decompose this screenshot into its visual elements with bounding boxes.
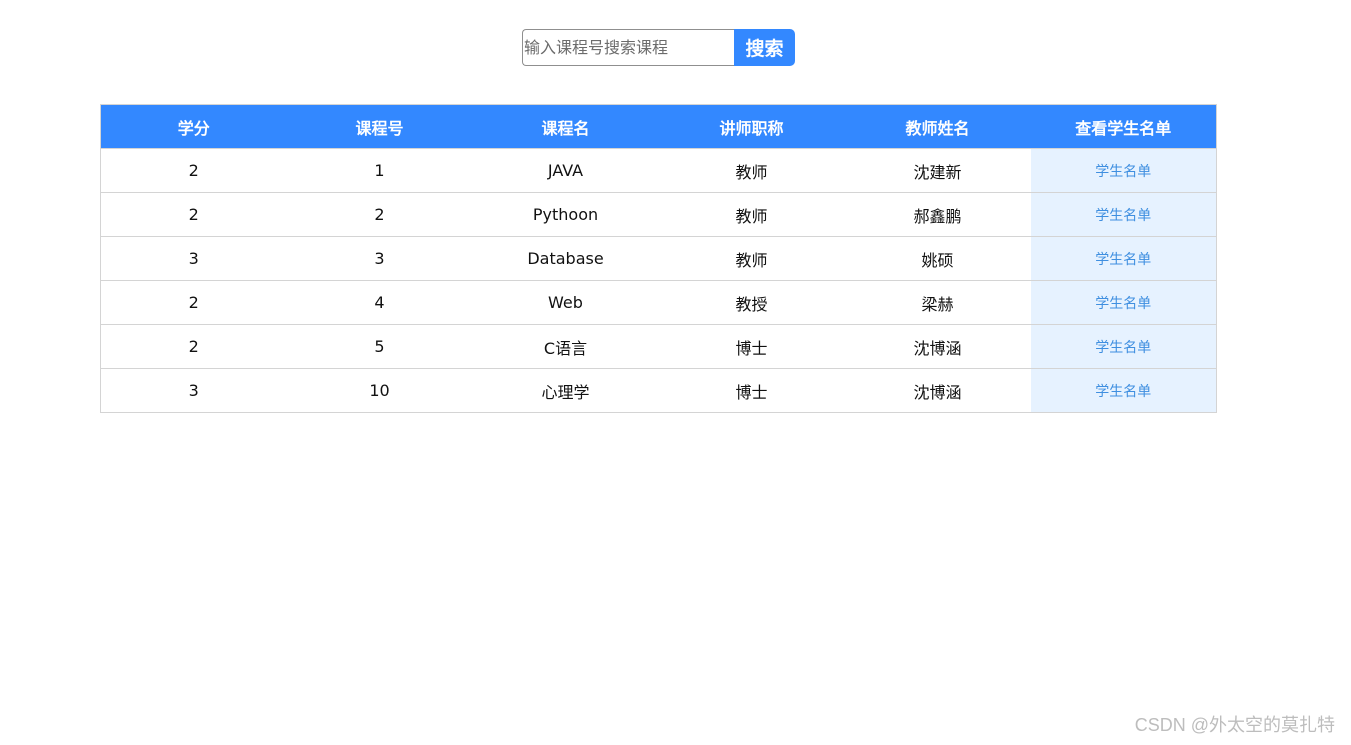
cell-student-list: 学生名单 <box>1030 192 1217 237</box>
cell-lecturer-title: 教师 <box>658 148 845 193</box>
cell-course-id: 3 <box>286 236 473 281</box>
cell-teacher-name: 沈博涵 <box>844 368 1031 413</box>
column-header-course-id: 课程号 <box>286 104 473 149</box>
cell-credit: 2 <box>100 324 287 369</box>
page: 搜索 学分 课程号 课程名 讲师职称 教师姓名 查看学生名单 2 1 JAVA <box>0 0 1351 745</box>
student-list-link[interactable]: 学生名单 <box>1095 340 1151 356</box>
column-header-teacher-name: 教师姓名 <box>844 104 1031 149</box>
table-body: 2 1 JAVA 教师 沈建新 学生名单 2 2 Pythoon 教师 郝鑫鹏 … <box>100 148 1217 413</box>
cell-course-name: C语言 <box>472 324 659 369</box>
cell-student-list: 学生名单 <box>1030 368 1217 413</box>
cell-course-name: 心理学 <box>472 368 659 413</box>
column-header-student-list: 查看学生名单 <box>1030 104 1217 149</box>
cell-teacher-name: 郝鑫鹏 <box>844 192 1031 237</box>
cell-student-list: 学生名单 <box>1030 280 1217 325</box>
cell-course-id: 10 <box>286 368 473 413</box>
cell-course-id: 5 <box>286 324 473 369</box>
course-table-container: 学分 课程号 课程名 讲师职称 教师姓名 查看学生名单 2 1 JAVA 教师 … <box>100 104 1217 413</box>
student-list-link[interactable]: 学生名单 <box>1095 208 1151 224</box>
cell-credit: 3 <box>100 236 287 281</box>
cell-course-name: Pythoon <box>472 192 659 237</box>
course-search-input[interactable] <box>522 29 734 66</box>
cell-teacher-name: 姚硕 <box>844 236 1031 281</box>
table-row: 2 2 Pythoon 教师 郝鑫鹏 学生名单 <box>100 192 1217 237</box>
cell-course-name: JAVA <box>472 148 659 193</box>
cell-credit: 2 <box>100 280 287 325</box>
table-header: 学分 课程号 课程名 讲师职称 教师姓名 查看学生名单 <box>100 104 1217 149</box>
cell-lecturer-title: 博士 <box>658 324 845 369</box>
cell-teacher-name: 沈博涵 <box>844 324 1031 369</box>
cell-student-list: 学生名单 <box>1030 324 1217 369</box>
student-list-link[interactable]: 学生名单 <box>1095 164 1151 180</box>
search-button[interactable]: 搜索 <box>734 29 795 66</box>
cell-teacher-name: 梁赫 <box>844 280 1031 325</box>
cell-lecturer-title: 教师 <box>658 236 845 281</box>
table-row: 3 10 心理学 博士 沈博涵 学生名单 <box>100 368 1217 413</box>
cell-lecturer-title: 教授 <box>658 280 845 325</box>
student-list-link[interactable]: 学生名单 <box>1095 252 1151 268</box>
student-list-link[interactable]: 学生名单 <box>1095 384 1151 400</box>
cell-course-name: Database <box>472 236 659 281</box>
cell-course-id: 2 <box>286 192 473 237</box>
table-row: 2 1 JAVA 教师 沈建新 学生名单 <box>100 148 1217 193</box>
search-bar: 搜索 <box>522 29 795 66</box>
student-list-link[interactable]: 学生名单 <box>1095 296 1151 312</box>
course-table: 学分 课程号 课程名 讲师职称 教师姓名 查看学生名单 2 1 JAVA 教师 … <box>100 104 1217 413</box>
cell-course-name: Web <box>472 280 659 325</box>
table-row: 2 4 Web 教授 梁赫 学生名单 <box>100 280 1217 325</box>
cell-course-id: 1 <box>286 148 473 193</box>
cell-credit: 2 <box>100 192 287 237</box>
header-row: 学分 课程号 课程名 讲师职称 教师姓名 查看学生名单 <box>100 104 1217 149</box>
cell-lecturer-title: 教师 <box>658 192 845 237</box>
column-header-credit: 学分 <box>100 104 287 149</box>
cell-student-list: 学生名单 <box>1030 236 1217 281</box>
cell-lecturer-title: 博士 <box>658 368 845 413</box>
cell-course-id: 4 <box>286 280 473 325</box>
table-row: 2 5 C语言 博士 沈博涵 学生名单 <box>100 324 1217 369</box>
cell-credit: 2 <box>100 148 287 193</box>
column-header-course-name: 课程名 <box>472 104 659 149</box>
column-header-lecturer-title: 讲师职称 <box>658 104 845 149</box>
cell-teacher-name: 沈建新 <box>844 148 1031 193</box>
cell-student-list: 学生名单 <box>1030 148 1217 193</box>
table-row: 3 3 Database 教师 姚硕 学生名单 <box>100 236 1217 281</box>
csdn-watermark: CSDN @外太空的莫扎特 <box>1134 715 1335 735</box>
cell-credit: 3 <box>100 368 287 413</box>
